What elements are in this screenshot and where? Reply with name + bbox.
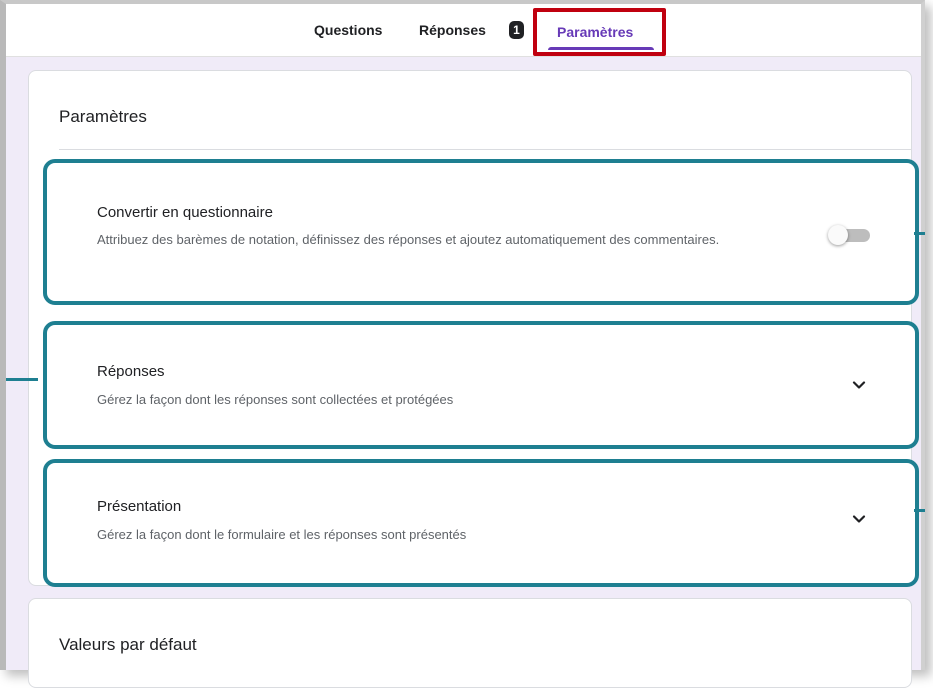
settings-card: Paramètres Convertir en questionnaire At… — [28, 70, 919, 587]
settings-card-title: Paramètres — [59, 107, 147, 126]
tab-bar: Questions Réponses 1 Paramètres — [6, 4, 921, 57]
presentation-setting-row[interactable]: Présentation Gérez la façon dont le form… — [43, 459, 919, 587]
tab-reponses[interactable]: Réponses — [419, 22, 486, 38]
defaults-card-title: Valeurs par défaut — [59, 635, 197, 654]
callout-connector-left — [6, 378, 38, 381]
responses-count-badge: 1 — [509, 21, 524, 39]
tab-parametres[interactable]: Paramètres — [533, 8, 666, 56]
toggle-knob — [828, 225, 848, 245]
tab-questions[interactable]: Questions — [314, 22, 382, 38]
presentation-setting-title: Présentation — [97, 498, 182, 515]
quiz-toggle[interactable] — [828, 225, 872, 245]
chevron-down-icon[interactable] — [851, 511, 867, 527]
responses-setting-row[interactable]: Réponses Gérez la façon dont les réponse… — [43, 321, 919, 449]
active-tab-indicator — [548, 47, 654, 50]
quiz-setting-description: Attribuez des barèmes de notation, défin… — [97, 232, 720, 247]
callout-connector-right — [914, 232, 925, 235]
callout-connector-right — [914, 509, 925, 512]
presentation-setting-description: Gérez la façon dont le formulaire et les… — [97, 527, 467, 542]
defaults-card: Valeurs par défaut — [28, 598, 912, 688]
app-window: Questions Réponses 1 Paramètres Paramètr… — [0, 0, 925, 688]
divider — [59, 149, 911, 150]
responses-setting-title: Réponses — [97, 363, 165, 380]
responses-setting-description: Gérez la façon dont les réponses sont co… — [97, 392, 454, 407]
quiz-setting-title: Convertir en questionnaire — [97, 204, 273, 221]
chevron-down-icon[interactable] — [851, 377, 867, 393]
tab-parametres-label: Paramètres — [557, 24, 634, 40]
quiz-setting-row: Convertir en questionnaire Attribuez des… — [43, 159, 919, 305]
